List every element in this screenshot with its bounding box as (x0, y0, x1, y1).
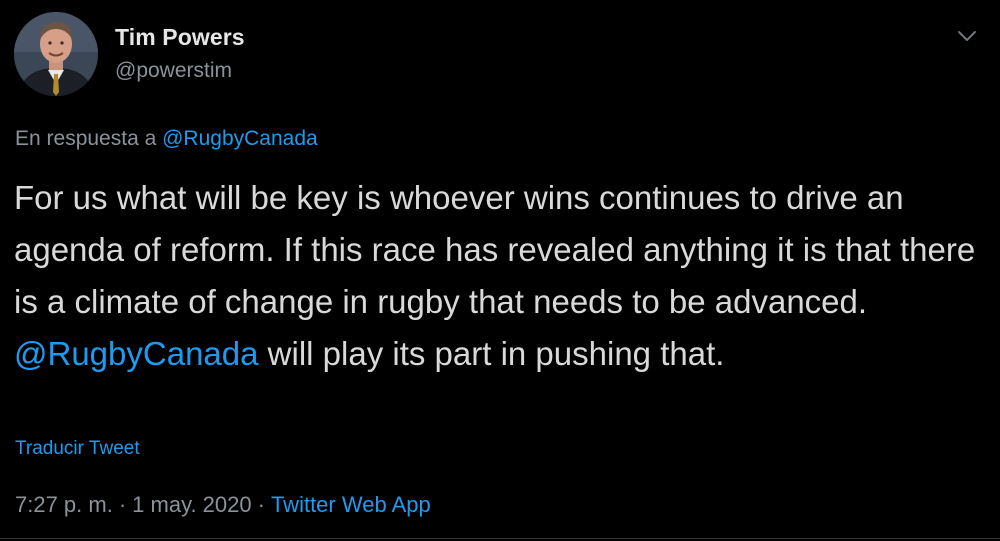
tweet-text: For us what will be key is whoever wins … (14, 172, 989, 380)
tweet-time[interactable]: 7:27 p. m. (15, 492, 113, 517)
reply-mention-link[interactable]: @RugbyCanada (162, 127, 318, 150)
reply-prefix: En respuesta a (15, 127, 157, 150)
tweet-mention-link[interactable]: @RugbyCanada (14, 335, 259, 372)
tweet-text-part1: For us what will be key is whoever wins … (14, 179, 976, 320)
translate-tweet-link[interactable]: Traducir Tweet (15, 438, 140, 460)
divider (0, 538, 1000, 539)
author-name[interactable]: Tim Powers (115, 24, 245, 51)
tweet-card: Tim Powers @powerstim En respuesta a @Ru… (0, 0, 1000, 541)
avatar[interactable] (14, 12, 98, 96)
reply-context: En respuesta a @RugbyCanada (15, 127, 318, 151)
meta-separator: · (118, 492, 127, 517)
tweet-date[interactable]: 1 may. 2020 (132, 492, 251, 517)
tweet-text-part2: will play its part in pushing that. (258, 335, 725, 372)
tweet-meta: 7:27 p. m. · 1 may. 2020 · Twitter Web App (15, 492, 431, 518)
avatar-image (14, 12, 98, 96)
author-handle[interactable]: @powerstim (115, 59, 232, 83)
tweet-source-link[interactable]: Twitter Web App (271, 492, 431, 517)
meta-separator-2: · (257, 492, 265, 517)
chevron-down-icon[interactable] (954, 26, 980, 46)
